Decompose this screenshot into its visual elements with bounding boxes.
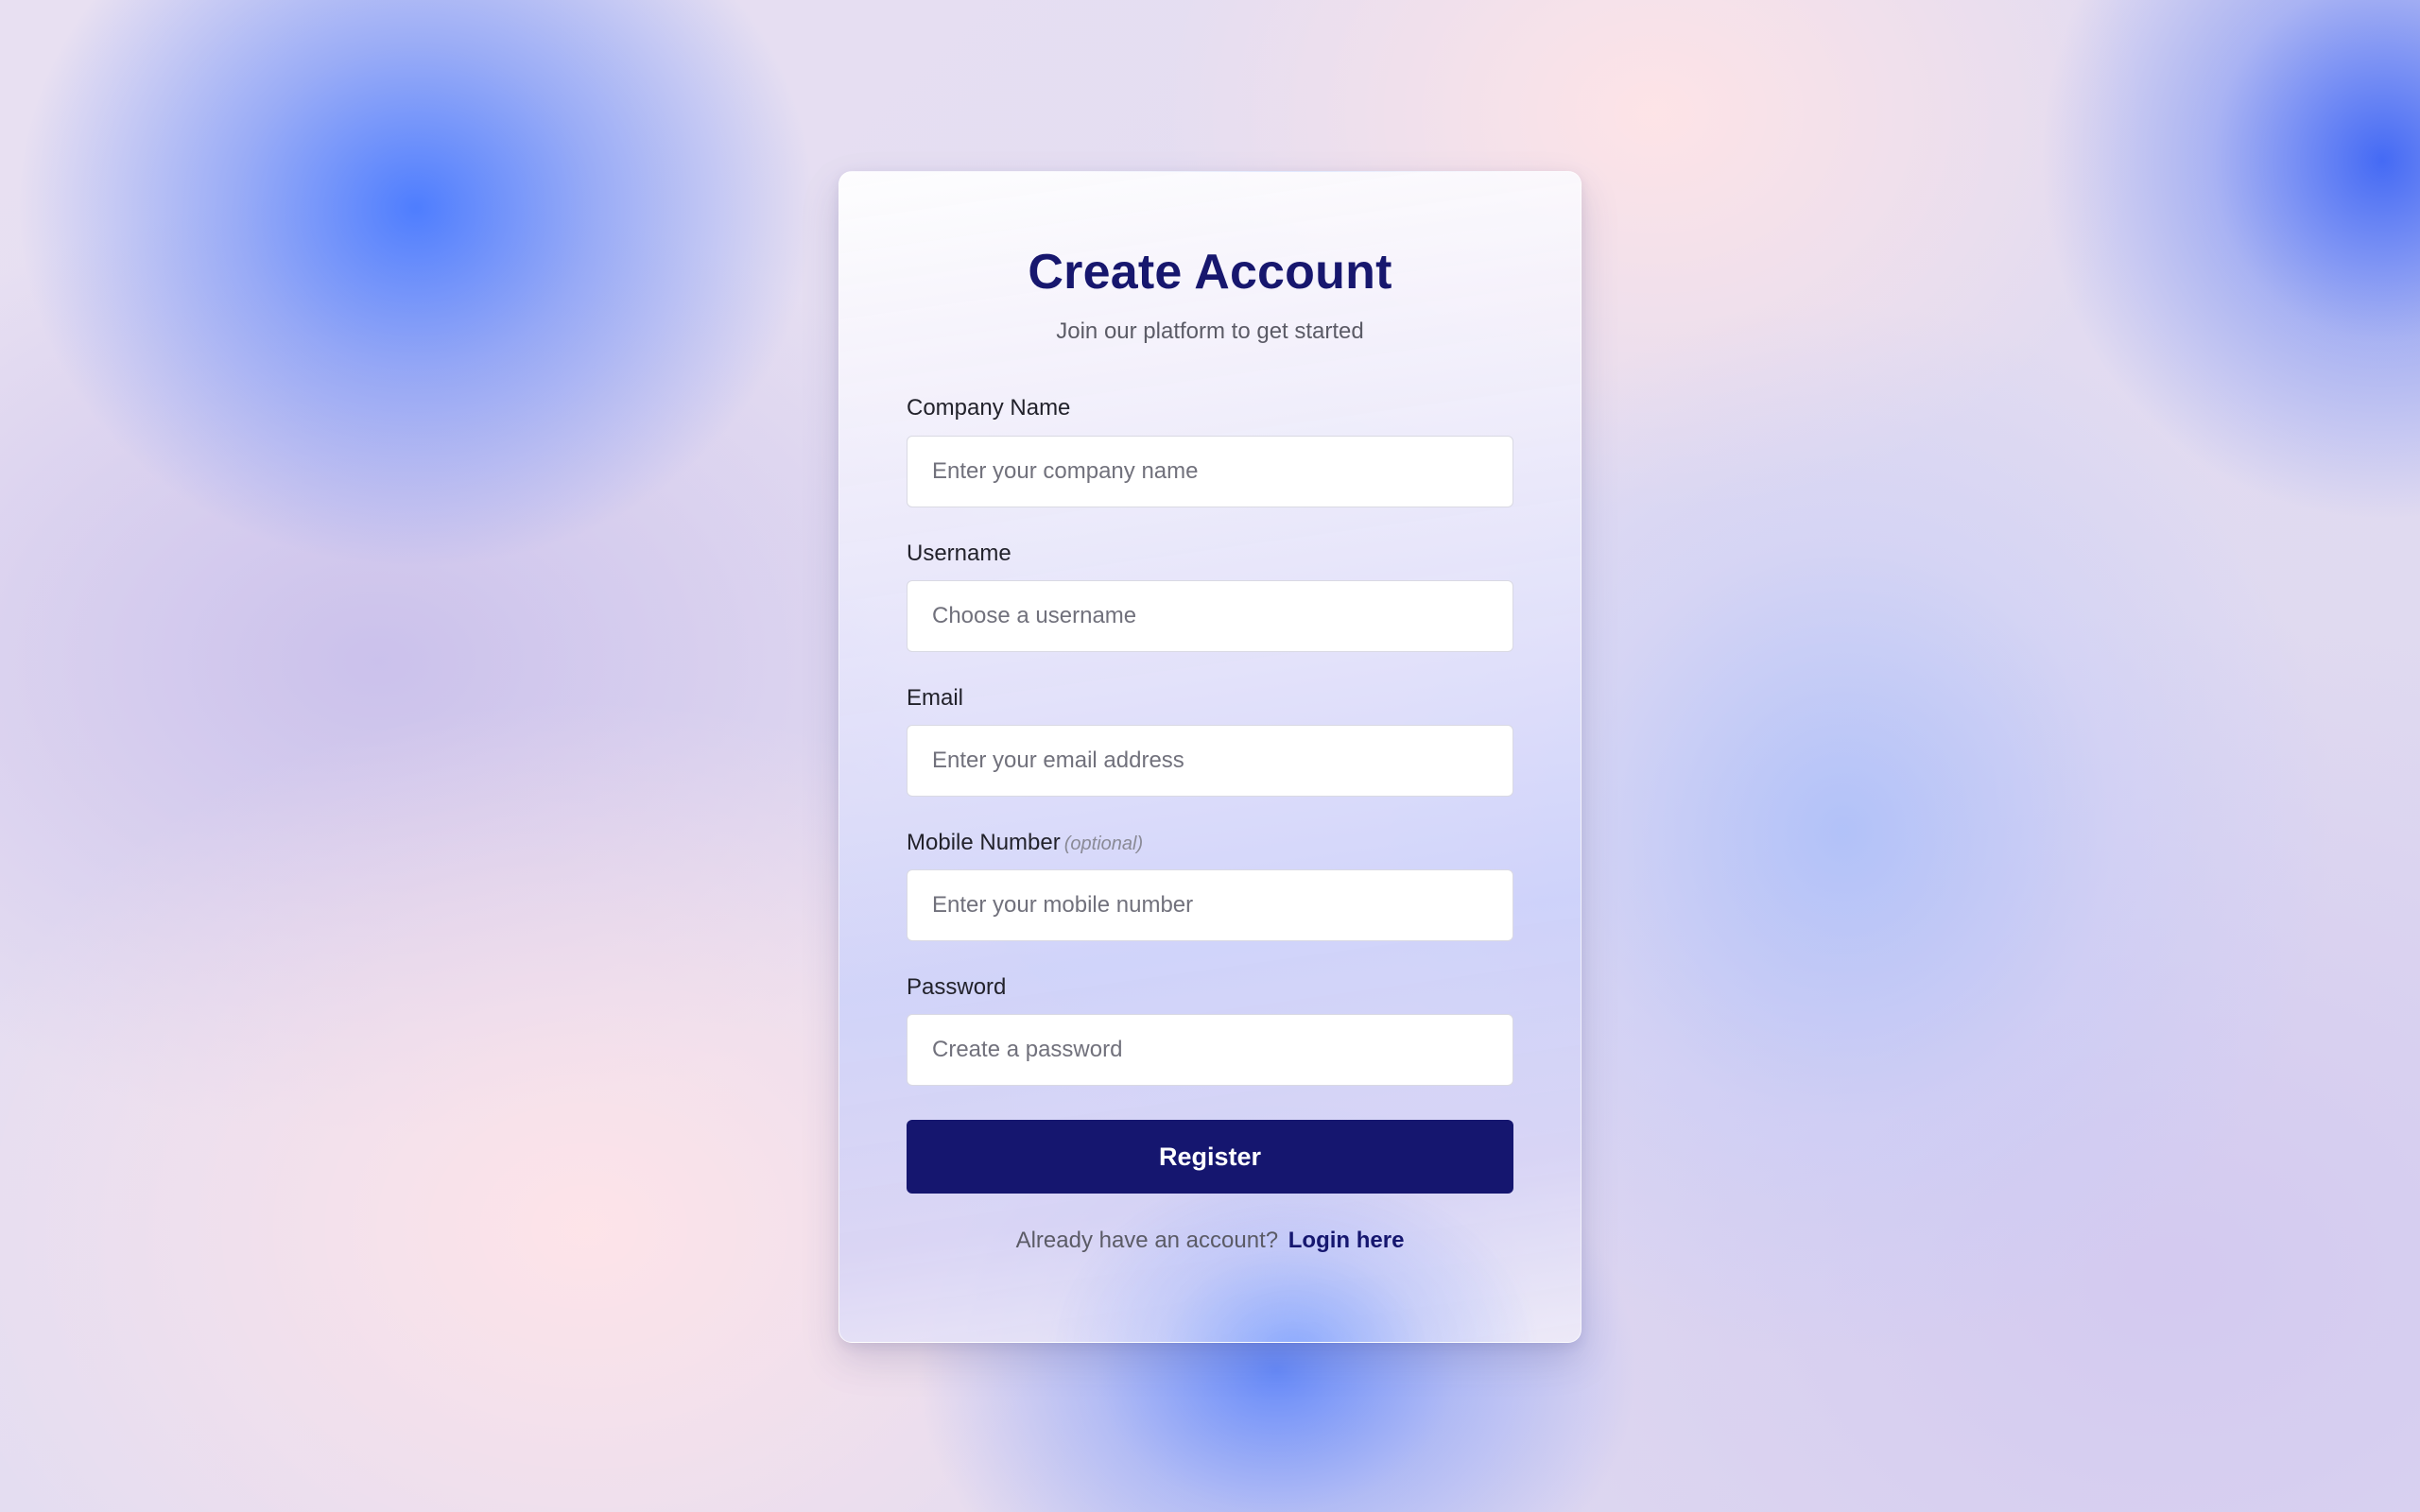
page-title: Create Account — [1028, 245, 1392, 300]
username-label: Username — [907, 540, 1011, 566]
company-name-input[interactable] — [907, 435, 1513, 507]
company-name-field: Company Name — [907, 393, 1513, 507]
password-label: Password — [907, 974, 1007, 1001]
email-input[interactable] — [907, 724, 1513, 797]
username-field: Username — [907, 539, 1513, 652]
register-button[interactable]: Register — [907, 1120, 1513, 1194]
optional-tag: (optional) — [1063, 833, 1144, 854]
mobile-number-field: Mobile Number (optional) — [907, 828, 1513, 942]
password-field: Password — [907, 972, 1513, 1087]
page-subtitle: Join our platform to get started — [1056, 318, 1364, 345]
registration-form: Company Name Username Email Mobile Numbe… — [907, 393, 1513, 1194]
password-input[interactable] — [907, 1014, 1513, 1087]
registration-card: Create Account Join our platform to get … — [838, 171, 1582, 1343]
username-input[interactable] — [907, 579, 1513, 652]
login-prompt: Already have an account? Login here — [907, 1228, 1513, 1254]
mobile-number-input[interactable] — [907, 869, 1513, 942]
mobile-number-label: Mobile Number (optional) — [907, 828, 1513, 857]
mobile-number-label-text: Mobile Number — [907, 829, 1061, 855]
company-name-label: Company Name — [907, 395, 1071, 421]
email-field: Email — [907, 683, 1513, 797]
login-prompt-text: Already have an account? — [1015, 1228, 1279, 1254]
email-label: Email — [907, 684, 964, 711]
login-link[interactable]: Login here — [1288, 1228, 1405, 1253]
